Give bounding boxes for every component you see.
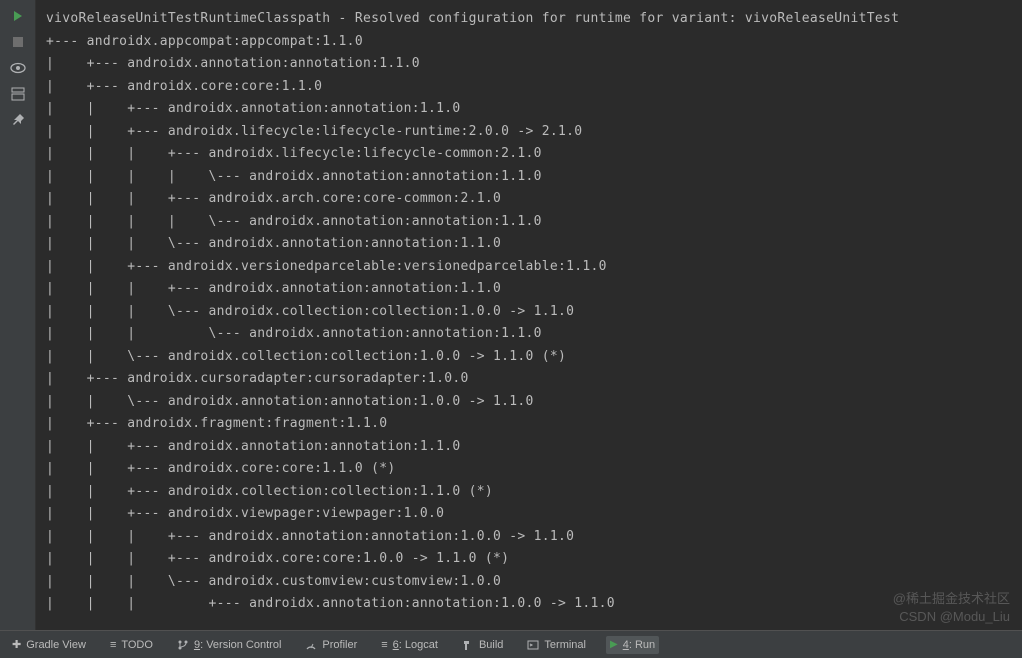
- gradle-view-tab[interactable]: ✚ Gradle View: [8, 635, 90, 654]
- run-label: 4: Run: [623, 639, 655, 651]
- build-tab[interactable]: Build: [458, 636, 507, 654]
- view-icon[interactable]: [8, 60, 28, 76]
- terminal-label: Terminal: [544, 639, 586, 651]
- run-tab[interactable]: ▶ 4: Run: [606, 636, 659, 654]
- logcat-label: 6: Logcat: [393, 639, 438, 651]
- tool-sidebar: [0, 0, 36, 630]
- bottom-tool-bar: ✚ Gradle View ≡ TODO 9: Version Control …: [0, 630, 1022, 658]
- layout-icon[interactable]: [8, 86, 28, 102]
- branch-icon: [177, 639, 189, 651]
- logcat-icon: ≡: [381, 639, 387, 651]
- plus-icon: ✚: [12, 638, 21, 651]
- version-control-tab[interactable]: 9: Version Control: [173, 636, 285, 654]
- pin-icon[interactable]: [8, 112, 28, 128]
- todo-tab[interactable]: ≡ TODO: [106, 636, 157, 654]
- stop-icon[interactable]: [8, 34, 28, 50]
- play-icon: ▶: [610, 639, 618, 650]
- list-icon: ≡: [110, 639, 116, 651]
- profiler-label: Profiler: [322, 639, 357, 651]
- terminal-icon: [527, 639, 539, 651]
- logcat-tab[interactable]: ≡ 6: Logcat: [377, 636, 442, 654]
- console-output[interactable]: vivoReleaseUnitTestRuntimeClasspath - Re…: [36, 0, 1022, 630]
- hammer-icon: [462, 639, 474, 651]
- terminal-tab[interactable]: Terminal: [523, 636, 590, 654]
- profiler-tab[interactable]: Profiler: [301, 636, 361, 654]
- rerun-icon[interactable]: [8, 8, 28, 24]
- todo-label: TODO: [121, 639, 153, 651]
- gauge-icon: [305, 639, 317, 651]
- version-control-label: 9: Version Control: [194, 639, 281, 651]
- gradle-view-label: Gradle View: [26, 639, 86, 651]
- build-label: Build: [479, 639, 503, 651]
